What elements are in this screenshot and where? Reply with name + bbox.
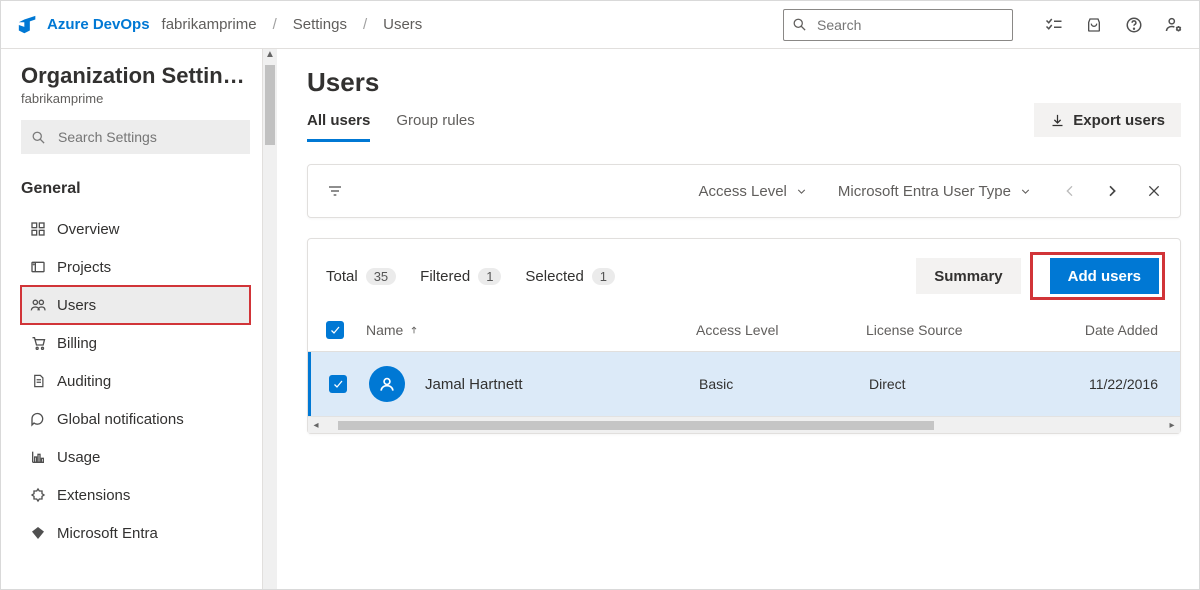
sidebar-section-general: General [21,180,250,198]
scrollbar-thumb[interactable] [265,65,275,145]
filter-bar: Access Level Microsoft Entra User Type [307,164,1181,218]
stats-row: Total 35 Filtered 1 Selected 1 Summary A… [308,239,1180,311]
org-settings-title: Organization Settin… [21,63,250,89]
filter-access-level[interactable]: Access Level [699,183,808,200]
row-checkbox[interactable] [329,375,347,393]
download-icon [1050,113,1065,128]
chart-icon [29,448,47,466]
chat-icon [29,410,47,428]
grid-icon [29,220,47,238]
add-users-highlight: Add users [1033,255,1162,297]
breadcrumb-separator: / [273,16,277,33]
sidebar-item-label: Extensions [57,487,130,504]
tabs: All users Group rules [307,112,475,142]
users-card: Total 35 Filtered 1 Selected 1 Summary A… [307,238,1181,434]
top-bar: Azure DevOps fabrikamprime / Settings / … [1,1,1199,49]
azure-devops-logo-icon [17,14,39,36]
brand-label[interactable]: Azure DevOps [47,16,150,33]
marketplace-icon[interactable] [1085,16,1103,34]
sidebar-item-label: Auditing [57,373,111,390]
sidebar-item-overview[interactable]: Overview [21,210,250,248]
sidebar-item-label: Users [57,297,96,314]
user-settings-icon[interactable] [1165,16,1183,34]
sidebar-item-label: Microsoft Entra [57,525,158,542]
column-header-name[interactable]: Name [366,322,696,338]
sidebar-item-global-notifications[interactable]: Global notifications [21,400,250,438]
stat-selected-value: 1 [592,268,615,285]
projects-icon [29,258,47,276]
breadcrumb-separator: / [363,16,367,33]
table-horizontal-scrollbar[interactable]: ◂ ▸ [308,416,1180,433]
settings-search-input[interactable] [56,128,241,146]
settings-search[interactable] [21,120,250,154]
cart-icon [29,334,47,352]
breadcrumb-org[interactable]: fabrikamprime [162,16,257,33]
column-header-date[interactable]: Date Added [1036,322,1162,338]
breadcrumb-settings[interactable]: Settings [293,16,347,33]
column-header-access[interactable]: Access Level [696,322,866,338]
sidebar-item-users[interactable]: Users [21,286,250,324]
org-name: fabrikamprime [21,91,250,106]
chevron-down-icon [1019,185,1032,198]
task-list-icon[interactable] [1045,16,1063,34]
scrollbar-thumb[interactable] [338,421,934,430]
sidebar-item-label: Global notifications [57,411,184,428]
stat-filtered: Filtered 1 [420,268,501,285]
prev-page-icon[interactable] [1062,183,1078,199]
sidebar-item-label: Projects [57,259,111,276]
user-license-source: Direct [869,376,1039,392]
entra-icon [29,524,47,542]
filter-entra-user-type[interactable]: Microsoft Entra User Type [838,183,1032,200]
search-icon [31,130,46,145]
column-header-source[interactable]: License Source [866,322,1036,338]
stat-total: Total 35 [326,268,396,285]
sidebar-item-projects[interactable]: Projects [21,248,250,286]
summary-button[interactable]: Summary [916,258,1020,294]
stat-total-value: 35 [366,268,396,285]
sidebar: Organization Settin… fabrikamprime Gener… [1,49,263,589]
sidebar-item-label: Overview [57,221,120,238]
sidebar-item-auditing[interactable]: Auditing [21,362,250,400]
user-avatar [369,366,405,402]
sidebar-scrollbar[interactable]: ▲ [263,49,277,589]
user-name: Jamal Hartnett [425,376,523,393]
next-page-icon[interactable] [1104,183,1120,199]
main-content: Users All users Group rules Export users… [277,49,1199,589]
tab-all-users[interactable]: All users [307,112,370,142]
user-date-added: 11/22/2016 [1039,376,1162,392]
chevron-down-icon [795,185,808,198]
sidebar-item-usage[interactable]: Usage [21,438,250,476]
add-users-button[interactable]: Add users [1050,258,1159,294]
sidebar-item-label: Usage [57,449,100,466]
puzzle-icon [29,486,47,504]
select-all-checkbox[interactable] [326,321,344,339]
users-icon [29,296,47,314]
stat-selected: Selected 1 [525,268,615,285]
page-title: Users [307,67,475,98]
user-access-level: Basic [699,376,869,392]
sidebar-item-label: Billing [57,335,97,352]
sidebar-item-extensions[interactable]: Extensions [21,476,250,514]
table-header: Name Access Level License Source Date Ad… [308,311,1180,352]
stat-filtered-value: 1 [478,268,501,285]
filter-icon[interactable] [326,183,344,199]
export-users-button[interactable]: Export users [1034,103,1181,137]
table-row[interactable]: Jamal Hartnett Basic Direct 11/22/2016 [308,352,1180,416]
export-users-label: Export users [1073,112,1165,129]
sidebar-item-microsoft-entra[interactable]: Microsoft Entra [21,514,250,552]
global-search-input[interactable] [815,16,1004,34]
sort-asc-icon [409,324,419,336]
tab-group-rules[interactable]: Group rules [396,112,474,142]
help-icon[interactable] [1125,16,1143,34]
breadcrumb-users[interactable]: Users [383,16,422,33]
document-icon [29,372,47,390]
search-icon [792,17,807,32]
sidebar-item-billing[interactable]: Billing [21,324,250,362]
close-filter-icon[interactable] [1146,183,1162,199]
global-search[interactable] [783,9,1013,41]
